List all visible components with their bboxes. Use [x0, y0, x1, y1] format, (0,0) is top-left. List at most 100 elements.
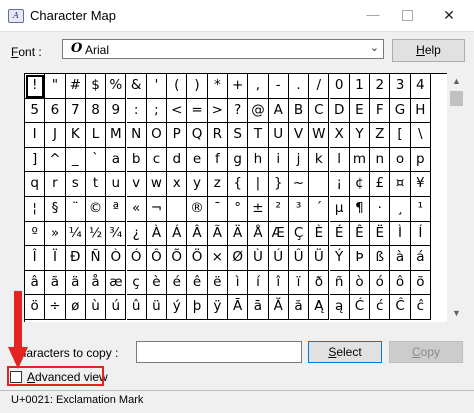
character-cell[interactable]: ă: [288, 295, 310, 320]
character-cell[interactable]: r: [45, 172, 66, 197]
character-cell[interactable]: W: [309, 123, 330, 148]
character-cell[interactable]: ¬: [146, 197, 168, 222]
character-cell[interactable]: ,: [248, 74, 269, 99]
character-cell[interactable]: @: [248, 98, 269, 124]
character-cell[interactable]: ;: [146, 98, 168, 124]
scroll-down-arrow-icon[interactable]: ▼: [448, 305, 465, 322]
font-dropdown[interactable]: O Arial ⌄: [62, 39, 384, 59]
character-cell[interactable]: ¦: [25, 197, 46, 222]
maximize-button[interactable]: [386, 0, 428, 31]
character-cell[interactable]: L: [85, 123, 107, 148]
character-cell[interactable]: N: [126, 123, 147, 148]
character-cell[interactable]: ê: [187, 270, 208, 296]
character-cell[interactable]: R: [207, 123, 228, 148]
character-cell[interactable]: G: [390, 98, 411, 124]
character-cell[interactable]: ø: [65, 295, 86, 320]
character-cell[interactable]: T: [248, 123, 269, 148]
character-cell[interactable]: V: [288, 123, 310, 148]
character-cell[interactable]: I: [25, 123, 46, 148]
select-button[interactable]: Select: [308, 341, 382, 363]
character-cell[interactable]: í: [248, 270, 269, 296]
character-cell[interactable]: º: [25, 221, 46, 247]
character-cell[interactable]: ü: [146, 295, 168, 320]
character-cell[interactable]: l: [329, 147, 350, 173]
character-cell[interactable]: 5: [25, 98, 46, 124]
character-cell[interactable]: .: [288, 74, 310, 99]
character-cell[interactable]: u: [106, 172, 127, 197]
character-cell[interactable]: ñ: [329, 270, 350, 296]
character-cell[interactable]: â: [25, 270, 46, 296]
character-cell[interactable]: Ò: [106, 246, 127, 271]
character-cell[interactable]: Á: [167, 221, 188, 247]
character-cell[interactable]: Å: [248, 221, 269, 247]
character-cell[interactable]: ã: [45, 270, 66, 296]
character-cell[interactable]: è: [146, 270, 168, 296]
character-cell[interactable]: ç: [126, 270, 147, 296]
character-cell[interactable]: J: [45, 123, 66, 148]
character-cell[interactable]: K: [65, 123, 86, 148]
character-cell[interactable]: ò: [349, 270, 371, 296]
character-cell[interactable]: ¶: [349, 197, 371, 222]
character-cell[interactable]: ^: [45, 147, 66, 173]
character-cell[interactable]: w: [146, 172, 168, 197]
character-cell[interactable]: P: [167, 123, 188, 148]
copy-button[interactable]: Copy: [389, 341, 463, 363]
character-cell[interactable]: ö: [25, 295, 46, 320]
character-cell[interactable]: o: [390, 147, 411, 173]
character-cell[interactable]: ½: [85, 221, 107, 247]
character-cell[interactable]: É: [329, 221, 350, 247]
character-cell[interactable]: ë: [207, 270, 228, 296]
character-cell[interactable]: b: [126, 147, 147, 173]
character-cell[interactable]: Ý: [329, 246, 350, 271]
character-cell[interactable]: Z: [370, 123, 391, 148]
character-cell[interactable]: z: [207, 172, 228, 197]
character-cell[interactable]: `: [85, 147, 107, 173]
character-cell[interactable]: î: [268, 270, 289, 296]
character-cell[interactable]: %: [106, 74, 127, 99]
character-cell[interactable]: à: [390, 246, 411, 271]
character-cell[interactable]: 2: [370, 74, 391, 99]
character-cell[interactable]: Ó: [126, 246, 147, 271]
character-cell[interactable]: X: [329, 123, 350, 148]
character-cell[interactable]: d: [167, 147, 188, 173]
character-cell[interactable]: ĉ: [410, 295, 431, 320]
character-cell[interactable]: ÷: [45, 295, 66, 320]
character-cell[interactable]: 4: [410, 74, 431, 99]
scroll-up-arrow-icon[interactable]: ▲: [448, 73, 465, 90]
character-cell[interactable]: :: [126, 98, 147, 124]
character-cell[interactable]: ¾: [106, 221, 127, 247]
character-cell[interactable]: È: [309, 221, 330, 247]
character-cell[interactable]: $: [85, 74, 107, 99]
character-cell[interactable]: á: [410, 246, 431, 271]
character-cell[interactable]: }: [268, 172, 289, 197]
character-cell[interactable]: B: [288, 98, 310, 124]
character-cell[interactable]: Ú: [268, 246, 289, 271]
character-cell[interactable]: 3: [390, 74, 411, 99]
character-cell[interactable]: ¤: [390, 172, 411, 197]
character-cell[interactable]: ': [146, 74, 168, 99]
character-cell[interactable]: =: [187, 98, 208, 124]
character-cell[interactable]: ·: [370, 197, 391, 222]
character-cell[interactable]: ©: [85, 197, 107, 222]
character-cell[interactable]: «: [126, 197, 147, 222]
character-cell[interactable]: Ą: [309, 295, 330, 320]
character-cell[interactable]: H: [410, 98, 431, 124]
character-cell[interactable]: 9: [106, 98, 127, 124]
character-cell[interactable]: Ê: [349, 221, 371, 247]
grid-scrollbar[interactable]: ▲ ▼: [448, 73, 465, 322]
character-cell[interactable]: D: [329, 98, 350, 124]
character-cell[interactable]: Ü: [309, 246, 330, 271]
character-cell[interactable]: Ć: [349, 295, 371, 320]
character-cell[interactable]: !: [25, 74, 46, 99]
character-cell[interactable]: v: [126, 172, 147, 197]
character-cell[interactable]: ×: [207, 246, 228, 271]
character-cell[interactable]: ¿: [126, 221, 147, 247]
character-cell[interactable]: 6: [45, 98, 66, 124]
character-cell[interactable]: ±: [248, 197, 269, 222]
character-cell[interactable]: Þ: [349, 246, 371, 271]
character-cell[interactable]: >: [207, 98, 228, 124]
character-cell[interactable]: s: [65, 172, 86, 197]
character-cell[interactable]: ]: [25, 147, 46, 173]
character-cell[interactable]: Q: [187, 123, 208, 148]
character-cell[interactable]: ÿ: [207, 295, 228, 320]
